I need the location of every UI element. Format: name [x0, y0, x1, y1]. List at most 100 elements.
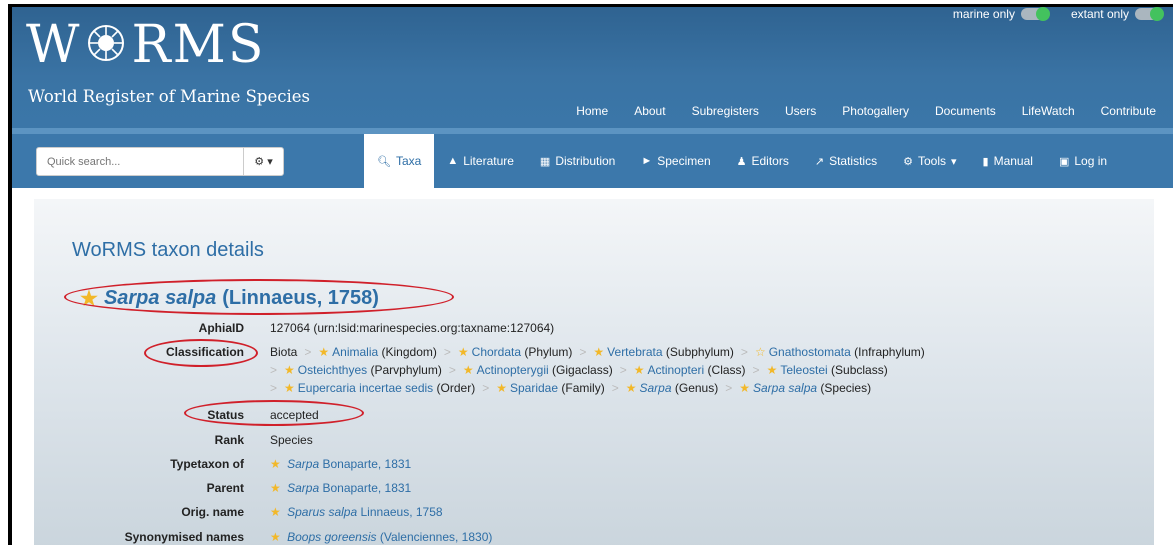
orig-name-value: ★ Sparus salpa Linnaeus, 1758	[270, 505, 443, 519]
class-biota: Biota	[270, 345, 298, 359]
typetaxon-link[interactable]: Sarpa Bonaparte, 1831	[287, 457, 411, 471]
typetaxon-author: Bonaparte, 1831	[322, 457, 412, 471]
class-gnathostomata-rank: (Infraphylum)	[854, 345, 925, 359]
nav-lifewatch[interactable]: LifeWatch	[1009, 104, 1088, 118]
quick-search: ⚙ ▾	[36, 147, 284, 176]
extant-only-toggle[interactable]: extant only	[1070, 7, 1164, 21]
chevron-right-icon: >	[611, 381, 619, 395]
map-icon: ▦	[539, 155, 551, 168]
extant-only-label: extant only	[1070, 7, 1129, 21]
tab-specimen[interactable]: ► Specimen	[628, 134, 723, 188]
class-vertebrata-rank: (Subphylum)	[665, 345, 734, 359]
site-header: W RMS World Register of Marine Species m…	[12, 7, 1173, 134]
star-icon: ★	[270, 505, 281, 519]
tab-editors[interactable]: ♟ Editors	[724, 134, 802, 188]
tab-distribution[interactable]: ▦ Distribution	[527, 134, 628, 188]
logo-letter-w: W	[26, 15, 82, 75]
users-icon: ♟	[736, 155, 747, 168]
class-sarpa-link[interactable]: Sarpa	[639, 381, 671, 395]
marine-only-toggle[interactable]: marine only	[953, 7, 1050, 21]
tab-login-label: Log in	[1074, 154, 1108, 168]
class-sparidae-link[interactable]: Sparidae	[510, 381, 558, 395]
tag-icon: ►	[641, 155, 653, 167]
class-teleostei-link[interactable]: Teleostei	[780, 363, 827, 377]
synonym-link[interactable]: Boops goreensis (Valenciennes, 1830)	[287, 530, 492, 544]
extant-only-switch[interactable]	[1135, 7, 1164, 21]
class-actinopterygii-link[interactable]: Actinopterygii	[477, 363, 549, 377]
parent-author: Bonaparte, 1831	[322, 481, 412, 495]
class-sarpa-rank: (Genus)	[674, 381, 719, 395]
star-icon: ★	[284, 363, 295, 377]
class-chordata-link[interactable]: Chordata	[472, 345, 521, 359]
book-icon: ▮	[982, 155, 989, 168]
tab-taxa-label: Taxa	[395, 154, 422, 168]
tab-statistics-label: Statistics	[829, 154, 878, 168]
section-tabs: 🔍︎ Taxa ▲ Literature ▦ Distribution ► Sp…	[364, 134, 1120, 188]
class-teleostei-rank: (Subclass)	[831, 363, 888, 377]
class-sparidae-rank: (Family)	[561, 381, 605, 395]
logo-letters-rms: RMS	[131, 15, 266, 75]
starfish-logo-icon	[88, 25, 125, 61]
class-gnathostomata-link[interactable]: Gnathostomata	[769, 345, 851, 359]
aphiaid-label: AphiaID	[198, 321, 244, 335]
typetaxon-label: Typetaxon of	[170, 457, 244, 471]
class-animalia-link[interactable]: Animalia	[332, 345, 378, 359]
search-icon: 🔍︎	[377, 155, 391, 168]
star-icon: ★	[633, 363, 645, 377]
class-osteichthyes-link[interactable]: Osteichthyes	[298, 363, 367, 377]
class-actinopteri-rank: (Class)	[707, 363, 746, 377]
annotation-ellipse-status	[184, 400, 364, 426]
nav-about[interactable]: About	[621, 104, 678, 118]
toolbar: ⚙ ▾ 🔍︎ Taxa ▲ Literature ▦ Distribution …	[12, 134, 1173, 188]
parent-link[interactable]: Sarpa Bonaparte, 1831	[287, 481, 411, 495]
chevron-right-icon: >	[619, 363, 627, 377]
search-options-button[interactable]: ⚙ ▾	[243, 148, 283, 175]
caret-down-icon: ▾	[950, 155, 957, 168]
nav-documents[interactable]: Documents	[922, 104, 1009, 118]
tab-taxa[interactable]: 🔍︎ Taxa	[364, 134, 435, 188]
nav-contribute[interactable]: Contribute	[1088, 104, 1169, 118]
class-sarpa-salpa-rank: (Species)	[820, 381, 872, 395]
gear-icon: ⚙	[254, 156, 265, 168]
class-actinopterygii-rank: (Gigaclass)	[552, 363, 613, 377]
tab-tools[interactable]: ⚙ Tools ▾	[890, 134, 969, 188]
typetaxon-value: ★ Sarpa Bonaparte, 1831	[270, 457, 411, 471]
quick-search-input[interactable]	[37, 148, 243, 175]
star-icon: ★	[270, 457, 281, 471]
star-icon: ★	[593, 345, 605, 359]
class-vertebrata-link[interactable]: Vertebrata	[607, 345, 662, 359]
tab-statistics[interactable]: ↗ Statistics	[802, 134, 890, 188]
star-icon: ★	[284, 381, 295, 395]
chevron-right-icon: >	[740, 345, 748, 359]
star-icon: ★	[766, 363, 778, 377]
star-icon: ★	[739, 381, 750, 395]
marine-only-switch[interactable]	[1020, 7, 1050, 21]
class-eupercaria-link[interactable]: Eupercaria incertae sedis	[298, 381, 433, 395]
tab-manual[interactable]: ▮ Manual	[970, 134, 1046, 188]
site-logo[interactable]: W RMS	[26, 19, 265, 71]
class-actinopteri-link[interactable]: Actinopteri	[648, 363, 705, 377]
chevron-right-icon: >	[270, 363, 278, 377]
nav-home[interactable]: Home	[563, 104, 621, 118]
chevron-right-icon: >	[482, 381, 490, 395]
chevron-right-icon: >	[304, 345, 312, 359]
lock-icon: ▣	[1058, 155, 1070, 168]
taxon-details-panel: WoRMS taxon details ★ Sarpa salpa (Linna…	[34, 199, 1154, 545]
tab-login[interactable]: ▣ Log in	[1046, 134, 1120, 188]
tab-editors-label: Editors	[751, 154, 789, 168]
tab-literature[interactable]: ▲ Literature	[434, 134, 527, 188]
star-icon: ★	[270, 481, 281, 495]
nav-photogallery[interactable]: Photogallery	[829, 104, 922, 118]
class-sarpa-salpa-link[interactable]: Sarpa salpa	[753, 381, 817, 395]
filter-toggles: marine only extant only	[953, 7, 1164, 21]
class-animalia-rank: (Kingdom)	[381, 345, 437, 359]
classification-line-3: > ★ Eupercaria incertae sedis (Order) > ★ Spa…	[270, 381, 925, 399]
orig-name-link[interactable]: Sparus salpa Linnaeus, 1758	[287, 505, 442, 519]
cogs-icon: ⚙	[903, 155, 913, 168]
annotation-ellipse-classification	[144, 339, 258, 367]
nav-users[interactable]: Users	[772, 104, 829, 118]
nav-subregisters[interactable]: Subregisters	[679, 104, 772, 118]
parent-label: Parent	[206, 481, 244, 495]
graduation-cap-icon: ▲	[447, 155, 459, 167]
page-title: WoRMS taxon details	[72, 239, 264, 261]
